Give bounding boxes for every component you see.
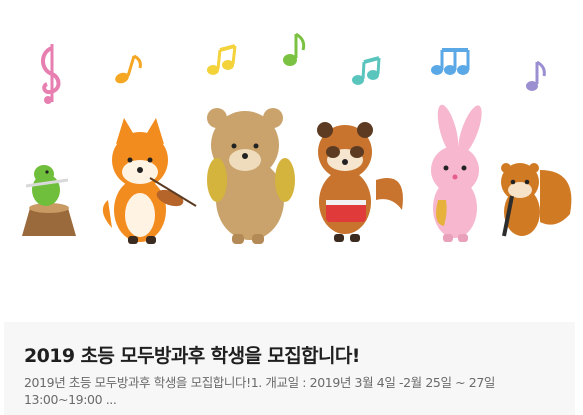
squirrel-clarinet-icon	[501, 163, 572, 237]
bear-cymbals-icon	[207, 108, 295, 244]
bird-flute-icon	[22, 165, 76, 236]
eighth-note-orange-icon	[115, 54, 142, 84]
raccoon-drum-icon	[317, 122, 403, 242]
double-note-teal-icon	[352, 56, 381, 85]
eighth-note-purple-icon	[526, 60, 546, 91]
eighth-note-green-icon	[283, 32, 306, 66]
post-card[interactable]: 2019 초등 모두방과후 학생을 모집합니다! 2019년 초등 모두방과후 …	[0, 0, 583, 415]
post-summary: 2019년 초등 모두방과후 학생을 모집합니다!1. 개교일 : 2019년 …	[24, 375, 495, 407]
treble-clef-icon	[41, 44, 61, 104]
triple-note-blue-icon	[431, 48, 470, 75]
double-note-yellow-icon	[207, 44, 237, 75]
post-title[interactable]: 2019 초등 모두방과후 학생을 모집합니다!	[24, 341, 360, 368]
animal-band-illustration	[22, 32, 572, 244]
fox-violin-icon	[102, 118, 197, 244]
rabbit-saxophone-icon	[431, 104, 482, 242]
banner-image[interactable]	[0, 0, 583, 322]
post-info[interactable]: 2019 초등 모두방과후 학생을 모집합니다! 2019년 초등 모두방과후 …	[4, 322, 575, 415]
